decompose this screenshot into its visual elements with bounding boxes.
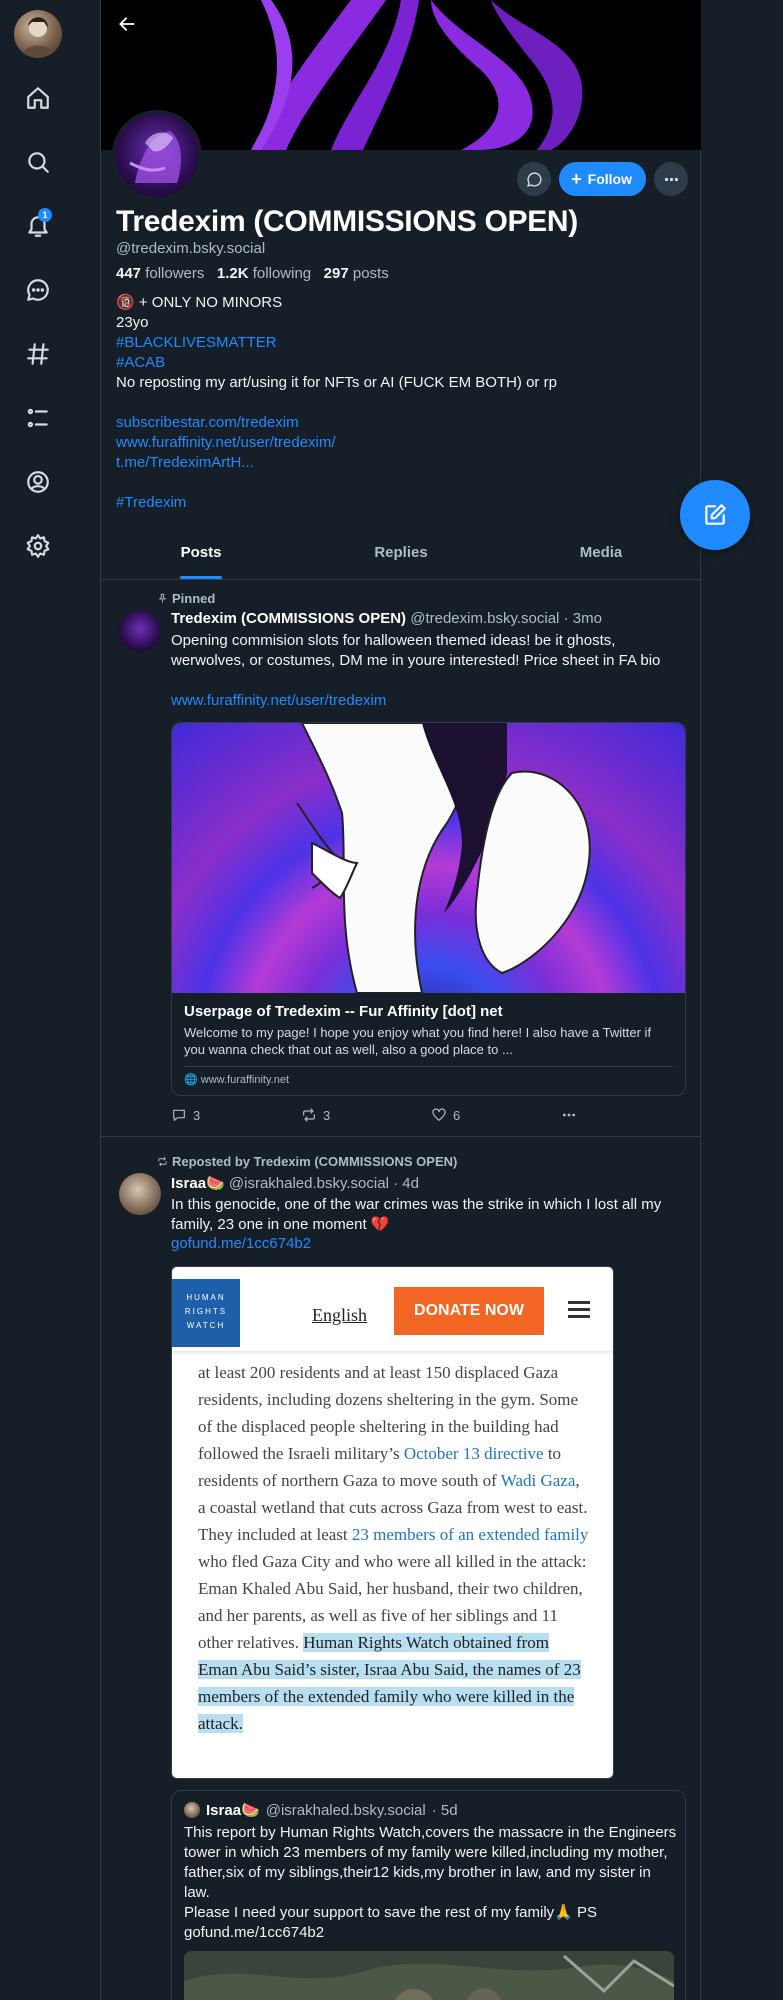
quote-timestamp: · 5d bbox=[431, 1801, 458, 1819]
post-author-name[interactable]: Tredexim (COMMISSIONS OPEN) bbox=[171, 610, 406, 627]
repost-indicator: Reposted by Tredexim (COMMISSIONS OPEN) bbox=[157, 1154, 457, 1169]
reply-count: 3 bbox=[193, 1107, 201, 1123]
profile-main-column: + Follow Tredexim (COMMISSIONS OPEN) @tr… bbox=[100, 0, 701, 2000]
quote-author-handle: @israkhaled.bsky.social bbox=[265, 1801, 426, 1819]
lists-icon[interactable] bbox=[18, 398, 58, 438]
message-button[interactable] bbox=[517, 162, 552, 196]
bio-link-furaffinity[interactable]: www.furaffinity.net/user/tredexim/ bbox=[116, 434, 336, 451]
notification-badge: 1 bbox=[38, 208, 52, 222]
post-link[interactable]: www.furaffinity.net/user/tredexim bbox=[171, 692, 386, 709]
preview-artwork bbox=[296, 723, 591, 993]
hashtag-feeds-icon[interactable] bbox=[18, 334, 58, 374]
hrw-article-text: at least 200 residents and at least 150 … bbox=[198, 1363, 589, 1733]
plus-icon: + bbox=[571, 169, 582, 189]
post-more-button[interactable] bbox=[561, 1107, 691, 1123]
post-author-avatar[interactable] bbox=[119, 1173, 161, 1215]
hrw-donate-button: DONATE NOW bbox=[394, 1287, 544, 1335]
profile-bio: 🔞 + ONLY NO MINORS 23yo #BLACKLIVESMATTE… bbox=[116, 293, 686, 513]
chat-icon[interactable] bbox=[18, 270, 58, 310]
chat-bubble-icon bbox=[526, 171, 542, 187]
repost-count: 3 bbox=[323, 1107, 331, 1123]
home-icon[interactable] bbox=[18, 78, 58, 118]
link-preview-image bbox=[172, 723, 685, 993]
quote-photo bbox=[184, 1951, 674, 2000]
card-description: Welcome to my page! I hope you enjoy wha… bbox=[184, 1025, 652, 1057]
profile-icon[interactable] bbox=[18, 462, 58, 502]
quote-image[interactable] bbox=[184, 1951, 674, 2000]
follow-label: Follow bbox=[587, 171, 632, 187]
reply-icon bbox=[173, 1109, 185, 1121]
tab-replies[interactable]: Replies bbox=[301, 532, 501, 579]
bio-line: No reposting my art/using it for NFTs or… bbox=[116, 374, 557, 391]
post-timestamp[interactable]: · 3mo bbox=[564, 610, 602, 627]
profile-avatar-art bbox=[129, 131, 181, 183]
avatar-image bbox=[22, 17, 54, 56]
repost-icon bbox=[158, 1157, 167, 1166]
post-timestamp[interactable]: · 4d bbox=[393, 1175, 419, 1192]
bio-hashtag-link[interactable]: #Tredexim bbox=[116, 494, 186, 511]
profile-avatar[interactable] bbox=[112, 110, 202, 200]
compose-icon bbox=[705, 504, 726, 525]
post-actions: 3 3 6 bbox=[171, 1107, 691, 1123]
profile-display-name: Tredexim (COMMISSIONS OPEN) bbox=[116, 205, 578, 238]
back-arrow-icon[interactable] bbox=[111, 8, 143, 40]
hrw-language-link: English bbox=[312, 1305, 368, 1325]
profile-stats: 447 followers 1.2K following 297 posts bbox=[116, 265, 389, 282]
pin-icon bbox=[158, 593, 167, 603]
profile-action-row: + Follow bbox=[517, 162, 688, 196]
following-stat[interactable]: 1.2K following bbox=[217, 265, 311, 282]
notifications-bell-icon[interactable]: 1 bbox=[18, 206, 58, 246]
profile-handle: @tredexim.bsky.social bbox=[116, 240, 266, 257]
search-icon[interactable] bbox=[18, 142, 58, 182]
bio-line: 23yo bbox=[116, 314, 149, 331]
bio-line: 🔞 + ONLY NO MINORS bbox=[116, 294, 283, 311]
card-title: Userpage of Tredexim -- Fur Affinity [do… bbox=[184, 1003, 503, 1020]
quote-text: This report by Human Rights Watch,covers… bbox=[184, 1824, 677, 1941]
post-text: Opening commision slots for halloween th… bbox=[171, 632, 661, 669]
heart-icon bbox=[432, 1108, 446, 1121]
hrw-header-bar: HUMAN RIGHTS WATCH English DONATE NOW bbox=[172, 1267, 613, 1351]
quoted-post[interactable]: Israa🍉 @israkhaled.bsky.social · 5d This… bbox=[171, 1790, 686, 2000]
tab-media[interactable]: Media bbox=[501, 532, 701, 579]
posts-stat: 297 posts bbox=[323, 265, 389, 282]
link-preview-card[interactable]: Userpage of Tredexim -- Fur Affinity [do… bbox=[171, 722, 686, 1096]
post-header: Israa🍉 @israkhaled.bsky.social · 4d bbox=[171, 1174, 419, 1192]
pinned-post[interactable]: Pinned Tredexim (COMMISSIONS OPEN) @tred… bbox=[101, 580, 701, 1135]
repost-button[interactable]: 3 bbox=[301, 1107, 431, 1123]
quote-author-avatar bbox=[184, 1802, 200, 1818]
follow-button[interactable]: + Follow bbox=[559, 162, 646, 196]
post-author-handle[interactable]: @israkhaled.bsky.social bbox=[229, 1175, 389, 1192]
post-header: Tredexim (COMMISSIONS OPEN) @tredexim.bs… bbox=[171, 610, 602, 627]
reply-button[interactable]: 3 bbox=[171, 1107, 301, 1123]
bio-hashtag-link[interactable]: #BLACKLIVESMATTER bbox=[116, 334, 277, 351]
post-text: In this genocide, one of the war crimes … bbox=[171, 1196, 662, 1233]
followers-stat[interactable]: 447 followers bbox=[116, 265, 204, 282]
tab-posts[interactable]: Posts bbox=[101, 532, 301, 579]
bio-hashtag-link[interactable]: #ACAB bbox=[116, 354, 165, 371]
ellipsis-icon bbox=[664, 177, 678, 181]
more-options-button[interactable] bbox=[654, 162, 688, 196]
like-count: 6 bbox=[453, 1107, 461, 1123]
left-navigation: 1 bbox=[0, 0, 77, 2000]
pinned-indicator: Pinned bbox=[157, 591, 215, 606]
bio-link-subscribestar[interactable]: subscribestar.com/tredexim bbox=[116, 414, 299, 431]
current-user-avatar[interactable] bbox=[14, 10, 62, 58]
post-author-avatar[interactable] bbox=[119, 610, 161, 652]
ellipsis-icon bbox=[562, 1113, 576, 1117]
bio-link-telegram[interactable]: t.me/TredeximArtH... bbox=[116, 454, 254, 471]
hrw-logo: HUMAN RIGHTS WATCH bbox=[172, 1279, 240, 1347]
settings-gear-icon[interactable] bbox=[18, 526, 58, 566]
post-link[interactable]: gofund.me/1cc674b2 bbox=[171, 1235, 311, 1252]
compose-post-button[interactable] bbox=[680, 480, 750, 550]
post-image-hrw-screenshot[interactable]: at least 200 residents and at least 150 … bbox=[171, 1266, 614, 1779]
like-button[interactable]: 6 bbox=[431, 1107, 561, 1123]
post-author-handle[interactable]: @tredexim.bsky.social bbox=[410, 610, 559, 627]
card-domain: 🌐 www.furaffinity.net bbox=[184, 1066, 673, 1094]
profile-tabs: Posts Replies Media bbox=[101, 532, 701, 580]
post-author-name[interactable]: Israa🍉 bbox=[171, 1175, 225, 1192]
quote-header: Israa🍉 @israkhaled.bsky.social · 5d bbox=[184, 1801, 458, 1819]
quote-author-name: Israa🍉 bbox=[206, 1802, 260, 1819]
hamburger-menu-icon bbox=[568, 1301, 590, 1319]
repost-icon bbox=[303, 1108, 315, 1122]
